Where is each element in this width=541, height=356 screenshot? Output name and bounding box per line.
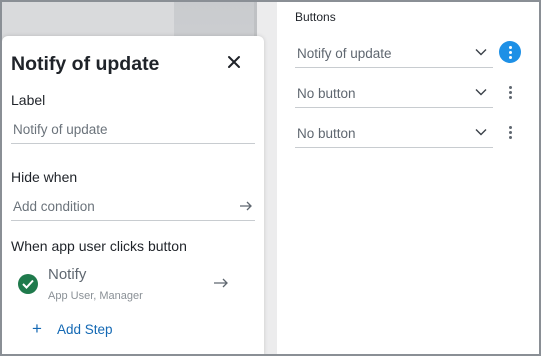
more-vertical-icon[interactable] bbox=[499, 81, 521, 103]
label-input[interactable]: Notify of update bbox=[11, 116, 255, 144]
check-circle-icon bbox=[18, 274, 38, 294]
add-step-button[interactable]: + Add Step bbox=[32, 320, 112, 338]
button-select-value: No button bbox=[297, 86, 356, 101]
hide-when-heading: Hide when bbox=[11, 169, 78, 185]
add-condition-placeholder: Add condition bbox=[13, 199, 95, 214]
button-select-value: No button bbox=[297, 126, 356, 141]
button-select-2[interactable]: No button bbox=[295, 78, 493, 108]
button-select-value: Notify of update bbox=[297, 46, 392, 61]
clicks-heading: When app user clicks button bbox=[11, 238, 187, 254]
label-input-value: Notify of update bbox=[13, 122, 108, 137]
more-vertical-icon[interactable] bbox=[499, 121, 521, 143]
label-heading: Label bbox=[11, 92, 46, 108]
arrow-right-icon bbox=[214, 278, 228, 288]
buttons-section-title: Buttons bbox=[295, 10, 336, 24]
add-condition-field[interactable]: Add condition bbox=[11, 193, 255, 221]
button-select-3[interactable]: No button bbox=[295, 118, 493, 148]
buttons-properties-pane: Buttons Notify of update No button No bu… bbox=[277, 2, 539, 354]
chevron-down-icon bbox=[475, 49, 487, 56]
plus-icon: + bbox=[32, 319, 42, 338]
button-select-1[interactable]: Notify of update bbox=[295, 38, 493, 68]
button-edit-panel: Notify of update Label Notify of update … bbox=[2, 36, 264, 356]
more-vertical-icon[interactable] bbox=[499, 41, 521, 63]
step-subtitle: App User, Manager bbox=[48, 290, 143, 302]
add-step-label: Add Step bbox=[56, 321, 113, 337]
chevron-down-icon bbox=[475, 89, 487, 96]
notify-step[interactable]: Notify App User, Manager bbox=[11, 260, 243, 308]
panel-title: Notify of update bbox=[11, 53, 160, 75]
chevron-down-icon bbox=[475, 129, 487, 136]
step-title: Notify bbox=[48, 266, 87, 283]
close-icon[interactable] bbox=[226, 54, 242, 70]
arrow-right-icon bbox=[240, 201, 252, 211]
